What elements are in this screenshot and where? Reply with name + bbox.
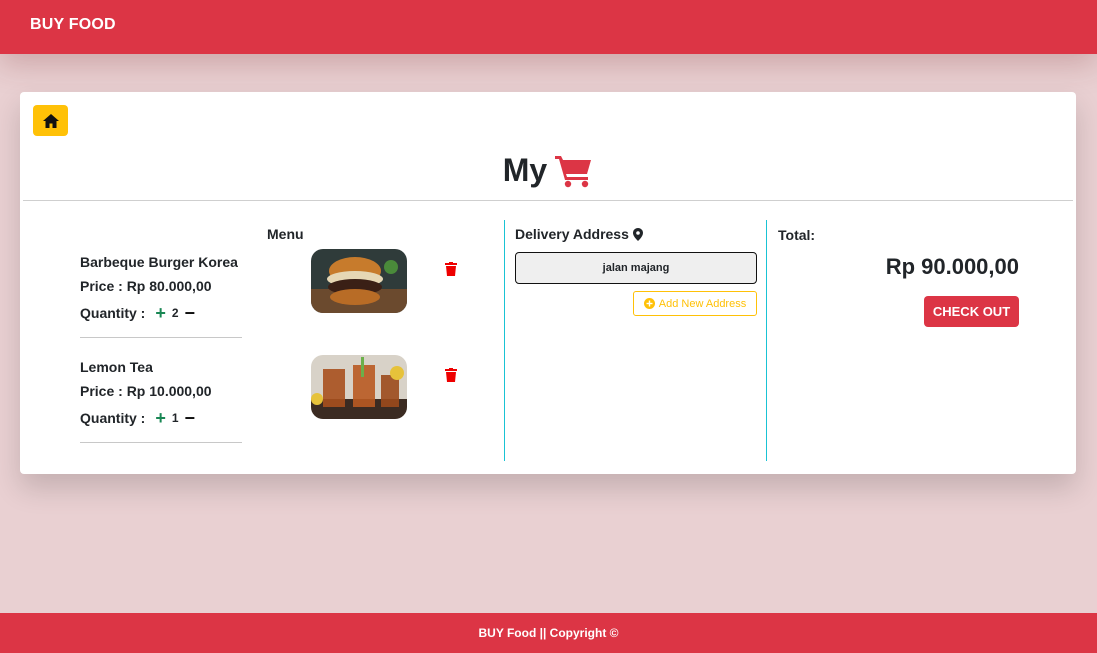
title-divider xyxy=(23,200,1073,201)
add-new-address-button[interactable]: Add New Address xyxy=(633,291,757,316)
lemon-tea-image xyxy=(311,355,407,419)
page-title-text: My xyxy=(502,152,548,188)
item-name: Lemon Tea xyxy=(80,359,153,375)
column-divider xyxy=(766,220,767,461)
item-divider xyxy=(80,442,242,443)
checkout-button[interactable]: CHECK OUT xyxy=(924,296,1019,327)
quantity-label: Quantity : xyxy=(80,410,146,426)
total-label: Total: xyxy=(778,227,816,243)
address-option[interactable]: jalan majang xyxy=(515,252,757,284)
trash-icon[interactable] xyxy=(445,368,457,382)
burger-image xyxy=(311,249,407,313)
item-quantity: Quantity : + 2 − xyxy=(80,304,196,322)
delivery-address-label: Delivery Address xyxy=(515,226,629,242)
add-new-address-label: Add New Address xyxy=(658,297,747,310)
menu-heading: Menu xyxy=(267,226,304,242)
item-name: Barbeque Burger Korea xyxy=(80,254,238,270)
home-icon xyxy=(42,113,59,128)
cart-item: Barbeque Burger Korea Price : Rp 80.000,… xyxy=(80,249,475,344)
item-price: Price : Rp 10.000,00 xyxy=(80,383,212,399)
item-divider xyxy=(80,337,242,338)
trash-icon[interactable] xyxy=(445,262,457,276)
footer: BUY Food || Copyright © xyxy=(0,613,1097,653)
shopping-cart-icon xyxy=(555,155,592,187)
plus-circle-icon xyxy=(643,298,655,309)
cart-item: Lemon Tea Price : Rp 10.000,00 Quantity … xyxy=(80,355,475,449)
quantity-label: Quantity : xyxy=(80,305,146,321)
top-navbar: BUY FOOD xyxy=(0,0,1097,54)
quantity-value: 2 xyxy=(171,306,179,320)
plus-icon[interactable]: + xyxy=(155,304,166,322)
minus-icon[interactable]: − xyxy=(185,304,196,322)
total-amount: Rp 90.000,00 xyxy=(885,254,1019,279)
page-title: My xyxy=(20,152,1076,189)
home-button[interactable] xyxy=(33,105,68,136)
brand-logo-text[interactable]: BUY FOOD xyxy=(30,16,116,34)
footer-text: BUY Food || Copyright © xyxy=(478,626,619,640)
map-pin-icon xyxy=(632,227,643,241)
item-quantity: Quantity : + 1 − xyxy=(80,409,196,427)
delivery-address-heading: Delivery Address xyxy=(515,226,643,242)
column-divider xyxy=(504,220,505,461)
quantity-value: 1 xyxy=(171,411,179,425)
plus-icon[interactable]: + xyxy=(155,409,166,427)
minus-icon[interactable]: − xyxy=(185,409,196,427)
item-price: Price : Rp 80.000,00 xyxy=(80,278,212,294)
cart-card: My Menu Barbeque Burger Korea Price : Rp… xyxy=(20,92,1076,474)
